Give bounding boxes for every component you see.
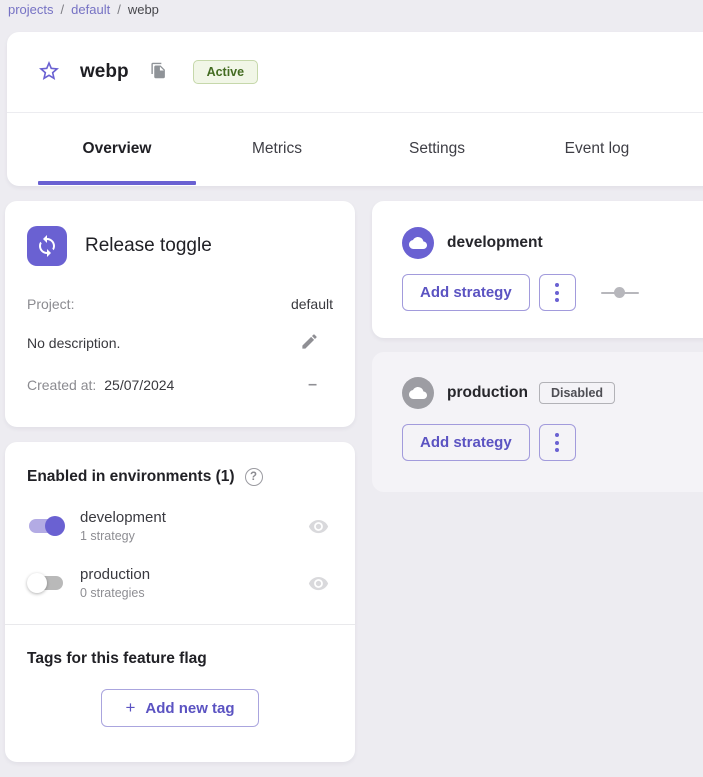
tab-overview[interactable]: Overview <box>37 113 197 185</box>
project-value: default <box>291 296 333 312</box>
cloud-icon <box>402 227 434 259</box>
environment-menu-button[interactable] <box>539 424 576 461</box>
environment-toggle-row-production: production 0 strategies <box>27 566 333 600</box>
add-strategy-button[interactable]: Add strategy <box>402 424 530 461</box>
tab-event-log[interactable]: Event log <box>517 113 677 185</box>
production-card-header: production Disabled <box>402 377 699 409</box>
breadcrumb-link-projects[interactable]: projects <box>8 2 54 17</box>
visibility-eye-icon[interactable] <box>308 573 329 594</box>
environment-name: production <box>80 566 150 583</box>
enabled-environments-panel: Enabled in environments (1) ? developmen… <box>5 442 355 762</box>
visibility-eye-icon[interactable] <box>308 516 329 537</box>
feature-title-row: webp Active <box>7 32 703 113</box>
add-new-tag-button[interactable]: + Add new tag <box>101 689 259 727</box>
disabled-badge: Disabled <box>539 382 615 404</box>
tags-title: Tags for this feature flag <box>27 650 333 668</box>
add-tag-label: Add new tag <box>145 700 234 717</box>
breadcrumb-separator: / <box>61 2 65 17</box>
description-text: No description. <box>27 335 120 351</box>
flag-type-label: Release toggle <box>85 235 212 257</box>
edit-description-button[interactable] <box>300 332 319 354</box>
development-environment-card: development Add strategy <box>372 201 703 338</box>
breadcrumb-separator: / <box>117 2 121 17</box>
feature-flag-title: webp <box>80 61 129 83</box>
created-value: 25/07/2024 <box>104 377 174 393</box>
breadcrumb-link-default[interactable]: default <box>71 2 110 17</box>
add-strategy-button[interactable]: Add strategy <box>402 274 530 311</box>
development-toggle[interactable] <box>27 515 65 537</box>
environment-name: development <box>80 509 166 526</box>
copy-icon <box>150 62 167 82</box>
development-card-header: development <box>402 227 699 259</box>
production-toggle[interactable] <box>27 572 65 594</box>
breadcrumb-current: webp <box>128 2 159 17</box>
tab-metrics[interactable]: Metrics <box>197 113 357 185</box>
created-label: Created at: <box>27 377 96 393</box>
favorite-star-button[interactable] <box>37 59 61 86</box>
environment-toggle-row-development: development 1 strategy <box>27 509 333 543</box>
project-label: Project: <box>27 296 74 312</box>
breadcrumb: projects / default / webp <box>8 1 159 17</box>
tab-settings[interactable]: Settings <box>357 113 517 185</box>
environment-name: production <box>447 384 528 402</box>
collapse-button[interactable]: – <box>308 380 317 390</box>
plus-icon: + <box>125 698 135 718</box>
production-environment-card: production Disabled Add strategy <box>372 352 703 492</box>
development-card-actions: Add strategy <box>402 274 699 311</box>
pencil-icon <box>300 332 319 354</box>
panel-header: Enabled in environments (1) ? <box>27 468 333 486</box>
panel-title: Enabled in environments (1) <box>27 468 235 486</box>
status-badge: Active <box>193 60 259 84</box>
strategy-count: 0 strategies <box>80 586 150 600</box>
help-icon[interactable]: ? <box>245 468 263 486</box>
production-card-actions: Add strategy <box>402 424 699 461</box>
flag-metadata-card: Release toggle Project: default No descr… <box>5 201 355 427</box>
page: projects / default / webp webp Active Ov… <box>0 0 703 777</box>
strategy-count: 1 strategy <box>80 529 166 543</box>
project-row: Project: default <box>27 296 333 312</box>
release-toggle-icon <box>27 226 67 266</box>
created-row: Created at: 25/07/2024 – <box>27 377 333 393</box>
cloud-icon <box>402 377 434 409</box>
feature-header-card: webp Active Overview Metrics Settings Ev… <box>7 32 703 186</box>
flag-type-row: Release toggle <box>27 226 333 266</box>
environment-name: development <box>447 234 543 252</box>
environment-menu-button[interactable] <box>539 274 576 311</box>
star-icon <box>37 59 61 86</box>
tab-bar: Overview Metrics Settings Event log <box>7 113 703 185</box>
copy-name-button[interactable] <box>150 62 167 82</box>
strategy-connector-icon <box>601 287 639 299</box>
description-row: No description. <box>27 332 333 354</box>
tags-section: Tags for this feature flag + Add new tag <box>5 625 355 727</box>
